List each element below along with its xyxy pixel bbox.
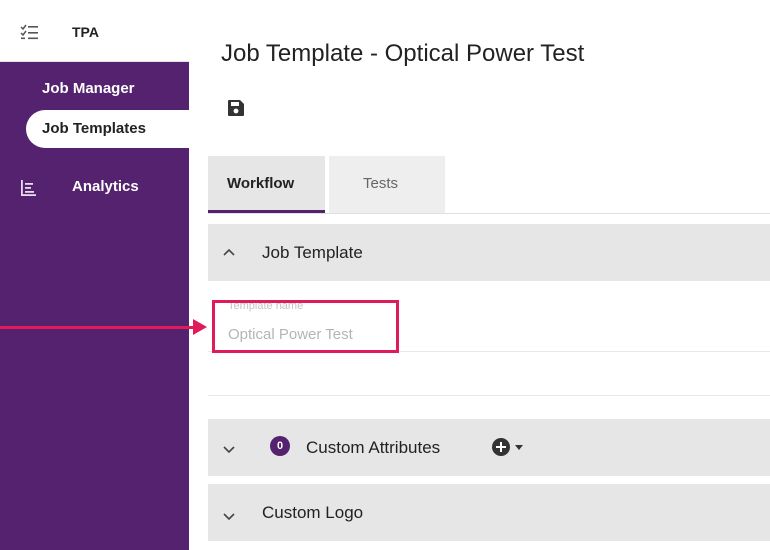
attribute-count-badge: 0 [270,436,290,456]
sidebar: TPA Job Manager Job Templates Analytics [0,0,189,550]
sidebar-item-analytics[interactable]: Analytics [72,178,139,195]
tab-label: Workflow [227,175,295,192]
app-title: TPA [72,24,99,40]
panel-title: Job Template [262,243,363,262]
annotation-arrow [0,326,195,329]
chevron-down-icon [223,513,235,521]
tab-divider [208,213,770,214]
page-title: Job Template - Optical Power Test [221,40,585,67]
custom-attributes-panel-header[interactable]: Custom Attributes [208,419,770,476]
job-template-panel-header[interactable]: Job Template [208,224,770,281]
tab-tests[interactable]: Tests [329,156,445,213]
chevron-up-icon [223,248,235,256]
custom-logo-panel-header[interactable]: Custom Logo [208,484,770,541]
analytics-icon [21,180,36,196]
tab-workflow[interactable]: Workflow [208,156,325,213]
add-attribute-button[interactable] [491,437,525,457]
sidebar-item-label[interactable]: Job Templates [42,120,146,137]
arrow-head-icon [193,319,207,335]
checklist-icon[interactable] [20,24,38,40]
panel-title: Custom Attributes [306,438,441,457]
sidebar-header: TPA [0,0,189,62]
chevron-down-icon [223,446,235,454]
panel-title: Custom Logo [262,503,364,522]
sidebar-section-job-manager[interactable]: Job Manager [42,80,135,97]
tab-label: Tests [363,175,399,192]
save-icon[interactable] [227,99,245,117]
highlight-box [212,300,399,353]
